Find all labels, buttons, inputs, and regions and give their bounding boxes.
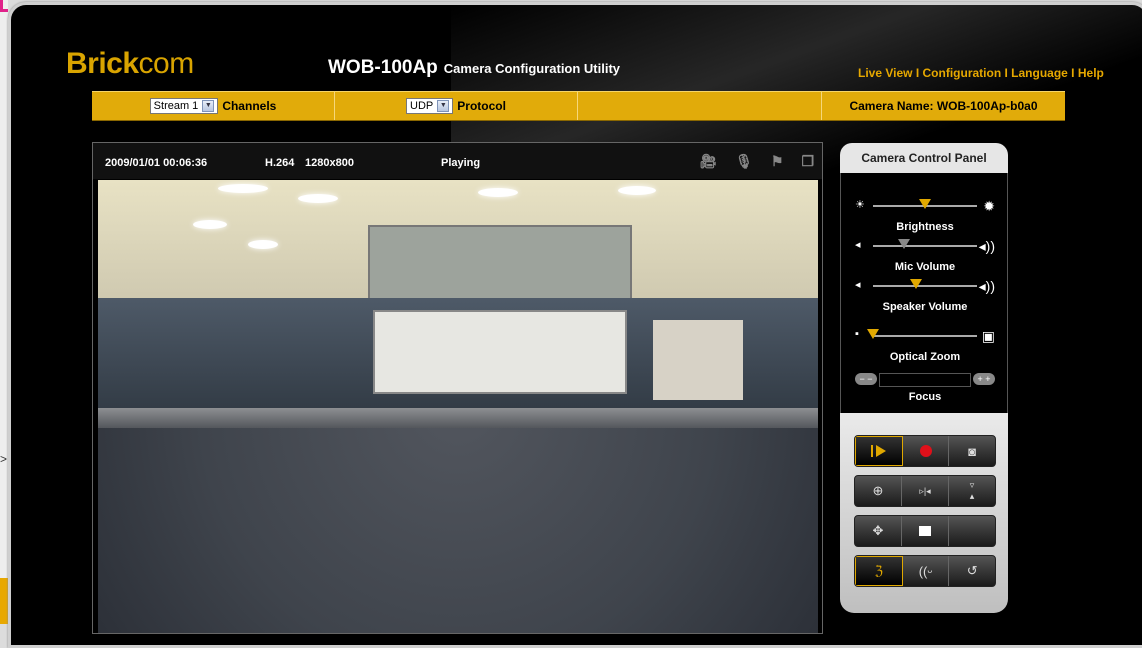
corner-mark [0, 0, 8, 12]
reset-button[interactable]: ↺ [949, 556, 995, 586]
speak-icon: ((ᵕ [918, 563, 933, 579]
volume-low-icon: ◂ [855, 239, 861, 251]
panel-body: ☀ ✹ Brightness ◂ ◂)) Mic Volume ◂ ◂)) Sp… [840, 173, 1008, 413]
talk-button[interactable]: ((ᵕ [903, 556, 950, 586]
cubicle-photos [653, 320, 743, 400]
video-status: Playing [441, 157, 481, 169]
mic-volume-label: Mic Volume [894, 261, 956, 273]
video-resolution: 1280x800 [305, 157, 354, 169]
panel-buttons: ◙ ⊕ ▹|◂ ▿ ▴ ✥ ℨ ((ᵕ ↺ [840, 413, 1008, 613]
camera-control-panel: Camera Control Panel ☀ ✹ Brightness ◂ ◂)… [840, 143, 1008, 613]
speaker-volume-label: Speaker Volume [882, 301, 968, 313]
nav-separator: I [1067, 66, 1078, 80]
focus-minus-button[interactable]: − − [855, 373, 877, 385]
digital-zoom-button[interactable]: ⊕ [855, 476, 902, 506]
panel-title: Camera Control Panel [840, 143, 1008, 173]
video-camera-icon[interactable]: 🎥︎ [699, 153, 717, 170]
stream-toolbar: Stream 1 ▼ Channels UDP ▼ Protocol Camera … [92, 91, 1065, 121]
page-title: WOB-100Ap Camera Configuration Utility [328, 57, 620, 79]
top-nav: Live View I Configuration I Language I H… [858, 66, 1104, 80]
volume-high-icon: ◂)) [978, 278, 995, 294]
focus-label: Focus [908, 391, 942, 403]
channels-label: Channels [222, 99, 277, 113]
play-button[interactable] [855, 436, 903, 466]
flag-icon[interactable]: ⚑ [771, 153, 784, 170]
stream-select[interactable]: Stream 1 ▼ [149, 98, 219, 114]
volume-high-icon: ◂)) [978, 238, 995, 254]
ceiling-light [218, 184, 268, 193]
gold-tab [0, 578, 8, 624]
ceiling-light [193, 220, 227, 229]
nav-live-view[interactable]: Live View [858, 66, 912, 80]
video-viewer: 2009/01/01 00:06:36 H.264 1280x800 Playi… [92, 142, 823, 634]
slider-knob[interactable] [909, 279, 922, 289]
cubicle-board [373, 310, 627, 394]
brightness-slider[interactable]: ☀ ✹ [855, 198, 995, 214]
zoom-out-icon: ▪ [855, 328, 859, 340]
live-video-feed[interactable] [98, 180, 818, 633]
ceiling-light [478, 188, 518, 197]
chevron-down-icon: ▼ [202, 100, 215, 112]
flip-horizontal-icon: ▹|◂ [919, 485, 931, 496]
ceiling-light [298, 194, 338, 203]
mic-volume-slider[interactable]: ◂ ◂)) [855, 238, 995, 254]
volume-low-icon: ◂ [855, 279, 861, 291]
utility-subtitle: Camera Configuration Utility [443, 61, 621, 76]
nav-language[interactable]: Language [1011, 66, 1068, 80]
microphone-icon[interactable]: 🎙︎ [735, 153, 753, 170]
zoom-in-icon: ▣ [981, 328, 995, 344]
model-name: WOB-100Ap [328, 57, 438, 78]
region-icon [919, 526, 931, 536]
camera-icon: ◙ [968, 443, 977, 459]
ceiling-light [248, 240, 278, 249]
rotate-icon: ↺ [966, 563, 978, 578]
pan-tilt-button[interactable]: ✥ [855, 516, 902, 546]
flip-vertical-button[interactable]: ▿ ▴ [949, 476, 995, 506]
ear-icon: ℨ [874, 563, 883, 578]
move-arrows-icon: ✥ [872, 523, 884, 538]
focus-plus-button[interactable]: + + [973, 373, 995, 385]
window-icon[interactable]: ❐ [801, 153, 814, 170]
record-button[interactable] [903, 436, 950, 466]
region-button[interactable] [902, 516, 949, 546]
blank-button[interactable] [949, 516, 995, 546]
left-edge: > [0, 0, 8, 624]
optical-zoom-label: Optical Zoom [889, 351, 961, 363]
snapshot-button[interactable]: ◙ [949, 436, 995, 466]
brightness-label: Brightness [896, 221, 954, 233]
slider-knob[interactable] [919, 199, 931, 209]
focus-control: − − + + [855, 373, 995, 387]
cubicle-partition [98, 408, 818, 633]
speaker-volume-slider[interactable]: ◂ ◂)) [855, 278, 995, 294]
slider-knob[interactable] [898, 239, 911, 249]
protocol-select[interactable]: UDP ▼ [406, 98, 454, 114]
camera-name: Camera Name: WOB-100Ap-b0a0 [849, 99, 1038, 113]
nav-separator: I [912, 66, 923, 80]
focus-bar [879, 373, 971, 387]
nav-help[interactable]: Help [1078, 66, 1104, 80]
flip-vertical-icon: ▿ ▴ [969, 480, 975, 501]
magnifier-icon: ⊕ [872, 483, 884, 498]
nav-configuration[interactable]: Configuration [923, 66, 1002, 80]
arrow-icon: > [0, 452, 8, 466]
video-status-bar: 2009/01/01 00:06:36 H.264 1280x800 Playi… [93, 143, 822, 179]
video-codec: H.264 [265, 157, 295, 169]
empty-cell [578, 92, 822, 120]
video-timestamp: 2009/01/01 00:06:36 [105, 157, 208, 169]
protocol-label: Protocol [457, 99, 506, 113]
sun-high-icon: ✹ [983, 198, 995, 214]
flip-horizontal-button[interactable]: ▹|◂ [902, 476, 949, 506]
protocol-cell: UDP ▼ Protocol [335, 92, 578, 120]
nav-separator: I [1001, 66, 1012, 80]
ceiling-light [618, 186, 656, 195]
channels-cell: Stream 1 ▼ Channels [92, 92, 335, 120]
brand-logo: Brickcom [66, 47, 194, 80]
chevron-down-icon: ▼ [437, 100, 450, 112]
listen-button[interactable]: ℨ [855, 556, 903, 586]
sun-low-icon: ☀ [855, 199, 865, 211]
slider-knob[interactable] [867, 329, 879, 339]
optical-zoom-slider[interactable]: ▪ ▣ [855, 328, 995, 344]
